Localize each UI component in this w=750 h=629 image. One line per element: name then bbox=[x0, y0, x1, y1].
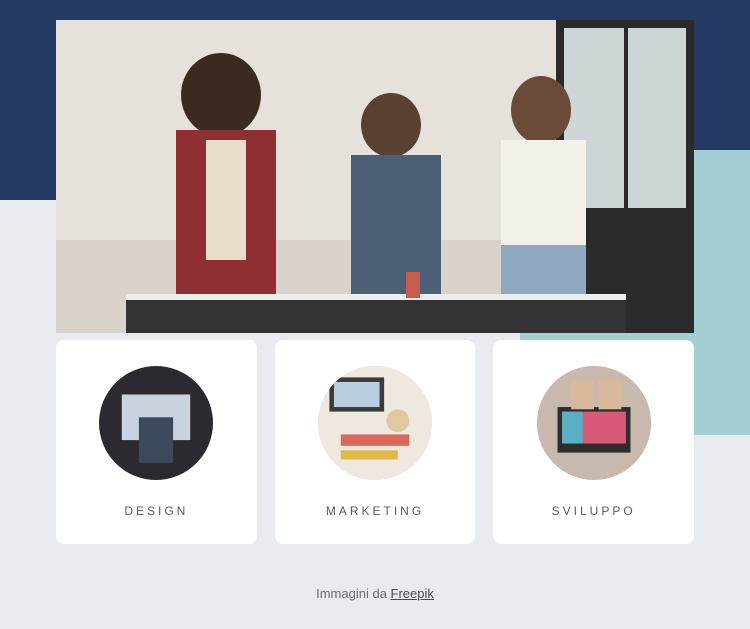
image-attribution: Immagini da Freepik bbox=[0, 586, 750, 601]
attribution-prefix: Immagini da bbox=[316, 586, 390, 601]
design-thumb-icon bbox=[99, 366, 213, 480]
card-title: MARKETING bbox=[285, 504, 466, 518]
attribution-link[interactable]: Freepik bbox=[391, 586, 434, 601]
service-cards-row: DESIGN MARKETING SVILU bbox=[56, 340, 694, 544]
hero-image bbox=[56, 20, 694, 333]
sviluppo-thumb-icon bbox=[537, 366, 651, 480]
card-title: SVILUPPO bbox=[503, 504, 684, 518]
marketing-thumb-icon bbox=[318, 366, 432, 480]
card-design[interactable]: DESIGN bbox=[56, 340, 257, 544]
card-title: DESIGN bbox=[66, 504, 247, 518]
card-sviluppo[interactable]: SVILUPPO bbox=[493, 340, 694, 544]
card-marketing[interactable]: MARKETING bbox=[275, 340, 476, 544]
